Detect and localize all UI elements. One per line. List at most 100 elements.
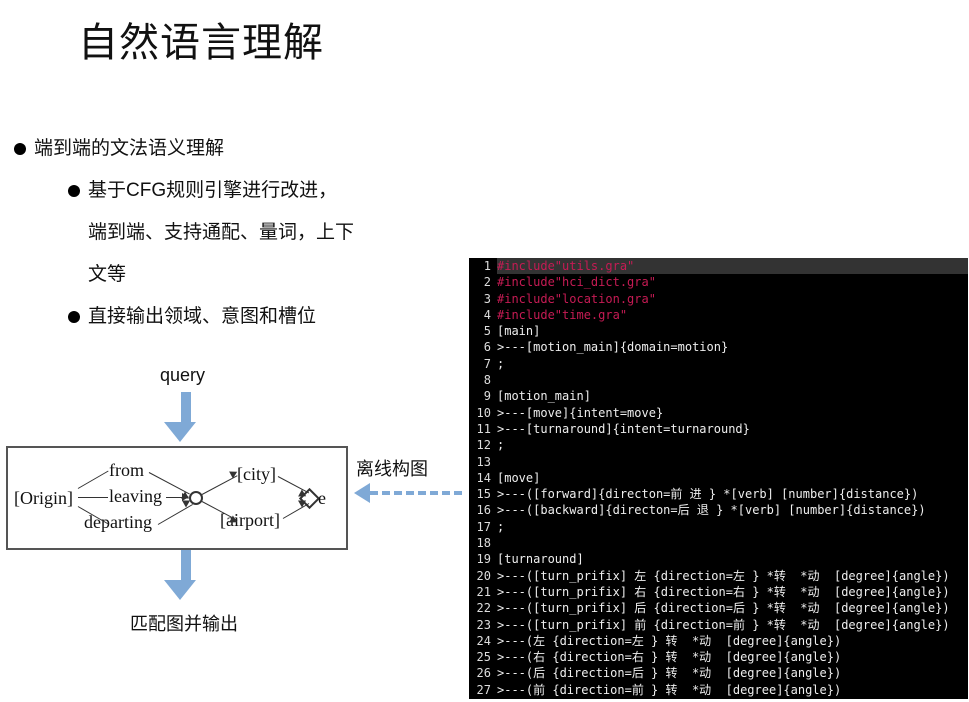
line-number: 14 — [469, 470, 497, 486]
gb-edge — [158, 504, 193, 525]
grammar-diagram: [Origin] from leaving departing [city] [… — [6, 446, 348, 550]
code-line: 6>---[motion_main]{domain=motion} — [469, 339, 968, 355]
code-line: 9[motion_main] — [469, 388, 968, 404]
code-line: 13 — [469, 454, 968, 470]
bullet-dot-icon — [14, 143, 26, 155]
code-line: 20>---([turn_prifix] 左 {direction=左 } *转… — [469, 568, 968, 584]
bullet-dot-icon — [68, 311, 80, 323]
code-text: >---([turn_prifix] 后 {direction=后 } *转 *… — [497, 600, 968, 616]
code-text: >---(右 {direction=右 } 转 *动 [degree]{angl… — [497, 649, 968, 665]
code-text: >---[move]{intent=move} — [497, 405, 968, 421]
code-line: 1#include"utils.gra" — [469, 258, 968, 274]
line-number: 15 — [469, 486, 497, 502]
line-number: 2 — [469, 274, 497, 290]
code-editor: 1#include"utils.gra"2#include"hci_dict.g… — [469, 258, 968, 699]
code-line: 19[turnaround] — [469, 551, 968, 567]
gb-e: e — [318, 488, 326, 509]
bullet-dot-icon — [68, 185, 80, 197]
gb-leaving: leaving — [109, 486, 162, 507]
line-number: 8 — [469, 372, 497, 388]
line-number: 16 — [469, 502, 497, 518]
code-line: 24>---(左 {direction=左 } 转 *动 [degree]{an… — [469, 633, 968, 649]
line-number: 13 — [469, 454, 497, 470]
code-text: [main] — [497, 323, 968, 339]
arrow-down-icon — [175, 392, 196, 442]
bullet-2: 基于CFG规则引擎进行改进， — [68, 170, 414, 212]
bullet-3: 直接输出领域、意图和槽位 — [68, 296, 414, 338]
code-text: ; — [497, 437, 968, 453]
slide: 自然语言理解 端到端的文法语义理解 基于CFG规则引擎进行改进， 端到端、支持通… — [0, 0, 969, 702]
code-text: ; — [497, 356, 968, 372]
line-number: 23 — [469, 617, 497, 633]
dashed-arrow-left-icon — [356, 483, 464, 503]
code-text: ; — [497, 519, 968, 535]
code-line: 25>---(右 {direction=右 } 转 *动 [degree]{an… — [469, 649, 968, 665]
code-line: 14[move] — [469, 470, 968, 486]
code-line: 12; — [469, 437, 968, 453]
code-line: 10>---[move]{intent=move} — [469, 405, 968, 421]
code-text — [497, 454, 968, 470]
line-number: 21 — [469, 584, 497, 600]
line-number: 26 — [469, 665, 497, 681]
bullet-1: 端到端的文法语义理解 — [14, 128, 414, 170]
line-number: 9 — [469, 388, 497, 404]
code-text: >---([turn_prifix] 前 {direction=前 } *转 *… — [497, 617, 968, 633]
line-number: 27 — [469, 682, 497, 698]
code-text — [497, 372, 968, 388]
line-number: 6 — [469, 339, 497, 355]
code-text: #include"location.gra" — [497, 291, 968, 307]
line-number: 19 — [469, 551, 497, 567]
match-output-label: 匹配图并输出 — [130, 610, 238, 636]
code-text: [motion_main] — [497, 388, 968, 404]
code-line: 2#include"hci_dict.gra" — [469, 274, 968, 290]
code-line: 17; — [469, 519, 968, 535]
code-text: #include"utils.gra" — [497, 258, 968, 274]
code-text: >---[motion_main]{domain=motion} — [497, 339, 968, 355]
bullet-text: 直接输出领域、意图和槽位 — [88, 296, 316, 338]
gb-origin: [Origin] — [14, 488, 73, 509]
line-number: 18 — [469, 535, 497, 551]
code-text: #include"hci_dict.gra" — [497, 274, 968, 290]
line-number: 11 — [469, 421, 497, 437]
code-line: 18 — [469, 535, 968, 551]
code-line: 26>---(后 {direction=后 } 转 *动 [degree]{an… — [469, 665, 968, 681]
query-label: query — [160, 365, 205, 386]
page-title: 自然语言理解 — [78, 10, 324, 68]
line-number: 12 — [469, 437, 497, 453]
gb-from: from — [109, 460, 144, 481]
code-text: [turnaround] — [497, 551, 968, 567]
bullet-list: 端到端的文法语义理解 基于CFG规则引擎进行改进， 端到端、支持通配、量词，上下… — [14, 128, 414, 338]
code-text: >---(后 {direction=后 } 转 *动 [degree]{angl… — [497, 665, 968, 681]
gb-city: [city] — [237, 464, 276, 485]
gb-edge — [78, 497, 108, 498]
code-line: 16>---([backward]{directon=后 退 } *[verb]… — [469, 502, 968, 518]
bullet-2-cont2: 文等 — [88, 254, 414, 296]
code-line: 11>---[turnaround]{intent=turnaround} — [469, 421, 968, 437]
line-number: 24 — [469, 633, 497, 649]
bullet-2-cont: 端到端、支持通配、量词，上下 — [88, 212, 414, 254]
bullet-text: 基于CFG规则引擎进行改进， — [88, 170, 337, 212]
line-number: 22 — [469, 600, 497, 616]
line-number: 25 — [469, 649, 497, 665]
code-text: >---(前 {direction=前 } 转 *动 [degree]{angl… — [497, 682, 968, 698]
code-line: 8 — [469, 372, 968, 388]
code-line: 23>---([turn_prifix] 前 {direction=前 } *转… — [469, 617, 968, 633]
code-text: [move] — [497, 470, 968, 486]
line-number: 17 — [469, 519, 497, 535]
line-number: 3 — [469, 291, 497, 307]
code-text — [497, 535, 968, 551]
code-line: 4#include"time.gra" — [469, 307, 968, 323]
code-line: 7; — [469, 356, 968, 372]
offline-build-label: 离线构图 — [356, 455, 428, 481]
line-number: 10 — [469, 405, 497, 421]
code-line: 27>---(前 {direction=前 } 转 *动 [degree]{an… — [469, 682, 968, 698]
code-text: >---([backward]{directon=后 退 } *[verb] [… — [497, 502, 968, 518]
line-number: 1 — [469, 258, 497, 274]
gb-edge — [78, 471, 109, 489]
code-text: >---([turn_prifix] 左 {direction=左 } *转 *… — [497, 568, 968, 584]
code-text: >---([turn_prifix] 右 {direction=右 } *转 *… — [497, 584, 968, 600]
code-line: 3#include"location.gra" — [469, 291, 968, 307]
bullet-text: 端到端的文法语义理解 — [34, 128, 224, 170]
line-number: 20 — [469, 568, 497, 584]
code-text: >---[turnaround]{intent=turnaround} — [497, 421, 968, 437]
